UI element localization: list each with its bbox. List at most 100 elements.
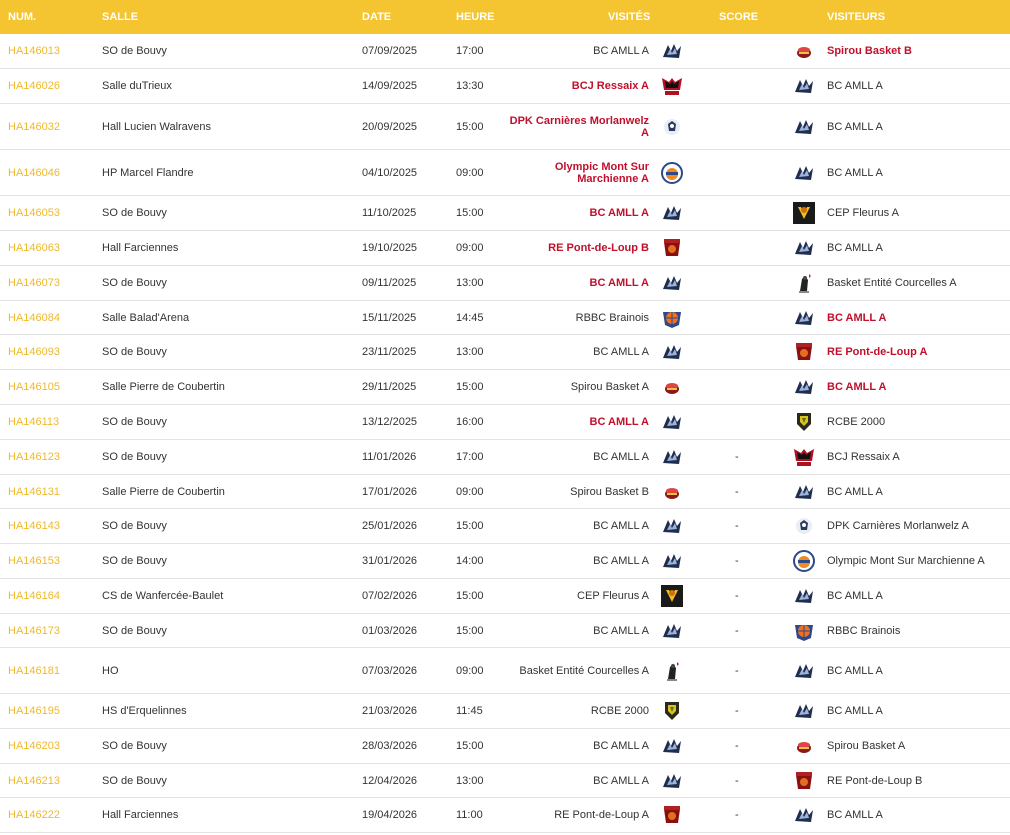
amll-logo — [660, 271, 684, 295]
away-team: Basket Entité Courcelles A — [827, 277, 957, 289]
match-date: 19/04/2026 — [362, 809, 418, 821]
home-team: Basket Entité Courcelles A — [519, 664, 649, 677]
match-number-link[interactable]: HA146093 — [8, 346, 60, 358]
dpk-logo — [792, 514, 816, 538]
match-time: 15:00 — [456, 590, 484, 602]
match-time: 14:00 — [456, 555, 484, 567]
away-team: DPK Carnières Morlanwelz A — [827, 520, 969, 532]
match-number-link[interactable]: HA146026 — [8, 80, 60, 92]
match-date: 12/04/2026 — [362, 774, 418, 787]
match-hall: SO de Bouvy — [102, 555, 167, 567]
table-row: HA146032 Hall Lucien Walravens 20/09/2025 1… — [0, 104, 1010, 150]
table-row: HA146026 Salle duTrieux 14/09/2025 13:30 BCJ… — [0, 69, 1010, 104]
table-row: HA146084 Salle Balad'Arena 15/11/2025 14:45… — [0, 301, 1010, 335]
table-row: HA146213 SO de Bouvy 12/04/2026 13:00 BC AML… — [0, 764, 1010, 798]
match-date: 14/09/2025 — [362, 80, 418, 92]
match-number-link[interactable]: HA146032 — [8, 121, 60, 133]
match-score: - — [735, 451, 739, 463]
match-date: 25/01/2026 — [362, 520, 418, 532]
home-team: BC AMLL A — [589, 277, 649, 289]
home-team: Olympic Mont Sur Marchienne A — [554, 160, 649, 185]
table-row: HA146113 SO de Bouvy 13/12/2025 16:00 BC AML… — [0, 405, 1010, 440]
match-score: - — [735, 740, 739, 752]
match-date: 07/03/2026 — [362, 664, 418, 677]
rcbe-logo — [792, 410, 816, 434]
match-date: 29/11/2025 — [362, 381, 417, 393]
spirou-logo — [792, 734, 816, 758]
header-num: NUM. — [8, 11, 37, 23]
home-team: BCJ Ressaix A — [571, 80, 649, 92]
brainois-logo — [792, 619, 816, 643]
match-number-link[interactable]: HA146063 — [8, 242, 60, 254]
amll-logo — [792, 659, 816, 683]
match-hall: Salle Pierre de Coubertin — [102, 485, 225, 498]
olympic-logo — [792, 549, 816, 573]
match-number-link[interactable]: HA146131 — [8, 486, 60, 498]
match-hall: SO de Bouvy — [102, 624, 167, 637]
eclairs-logo — [660, 236, 684, 260]
match-number-link[interactable]: HA146222 — [8, 809, 60, 821]
home-team: BC AMLL A — [593, 346, 649, 358]
match-hall: Salle Balad'Arena — [102, 311, 190, 324]
match-hall: SO de Bouvy — [102, 207, 167, 219]
away-team: BC AMLL A — [827, 242, 883, 254]
amll-logo — [792, 375, 816, 399]
match-number-link[interactable]: HA146123 — [8, 451, 60, 463]
match-number-link[interactable]: HA146153 — [8, 555, 60, 567]
table-row: HA146046 HP Marcel Flandre 04/10/2025 09:00… — [0, 150, 1010, 196]
away-team: RBBC Brainois — [827, 624, 901, 637]
amll-logo — [792, 161, 816, 185]
amll-logo — [660, 549, 684, 573]
match-number-link[interactable]: HA146164 — [8, 590, 60, 602]
amll-logo — [792, 74, 816, 98]
home-team: RCBE 2000 — [590, 705, 649, 717]
match-number-link[interactable]: HA146173 — [8, 625, 60, 637]
amll-logo — [792, 480, 816, 504]
amll-logo — [660, 514, 684, 538]
match-hall: SO de Bouvy — [102, 416, 167, 428]
amll-logo — [792, 584, 816, 608]
match-number-link[interactable]: HA146084 — [8, 312, 60, 324]
match-number-link[interactable]: HA146113 — [8, 416, 59, 428]
match-score: - — [735, 705, 739, 717]
match-number-link[interactable]: HA146181 — [8, 665, 60, 677]
match-time: 13:00 — [456, 346, 484, 358]
match-number-link[interactable]: HA146203 — [8, 740, 60, 752]
table-header: NUM. SALLE DATE HEURE VISITÉS SCORE VISI… — [0, 0, 1010, 34]
amll-logo — [660, 769, 684, 793]
match-time: 09:00 — [456, 485, 484, 498]
courcelles-logo — [792, 271, 816, 295]
amll-logo — [660, 410, 684, 434]
match-hall: Hall Lucien Walravens — [102, 120, 212, 133]
match-number-link[interactable]: HA146046 — [8, 167, 60, 179]
table-row: HA146123 SO de Bouvy 11/01/2026 17:00 BC AML… — [0, 440, 1010, 475]
away-team: BC AMLL A — [827, 809, 883, 821]
eclairs-logo — [660, 803, 684, 827]
match-time: 17:00 — [456, 45, 484, 57]
match-hall: CS de Wanfercée-Baulet — [102, 590, 224, 602]
away-team: BC AMLL A — [827, 590, 883, 602]
home-team: BC AMLL A — [593, 451, 649, 463]
match-hall: Salle Pierre de Coubertin — [102, 381, 225, 393]
away-team: BC AMLL A — [827, 120, 883, 133]
table-row: HA146195 HS d'Erquelinnes 21/03/2026 11:45 R… — [0, 694, 1010, 729]
match-time: 15:00 — [456, 520, 484, 532]
home-team: BC AMLL A — [589, 207, 649, 219]
match-number-link[interactable]: HA146195 — [8, 705, 60, 717]
match-time: 15:00 — [456, 740, 484, 752]
amll-logo — [660, 619, 684, 643]
match-number-link[interactable]: HA146213 — [8, 775, 60, 787]
match-time: 15:00 — [456, 207, 484, 219]
match-number-link[interactable]: HA146053 — [8, 207, 60, 219]
match-number-link[interactable]: HA146013 — [8, 45, 60, 57]
table-row: HA146181 HO 07/03/2026 09:00 Basket Entité C… — [0, 648, 1010, 694]
away-team: CEP Fleurus A — [827, 207, 899, 219]
home-team: BC AMLL A — [589, 416, 649, 428]
match-number-link[interactable]: HA146143 — [8, 520, 60, 532]
match-number-link[interactable]: HA146073 — [8, 277, 60, 289]
match-time: 11:45 — [456, 705, 483, 717]
match-hall: SO de Bouvy — [102, 740, 167, 752]
match-number-link[interactable]: HA146105 — [8, 381, 60, 393]
match-time: 09:00 — [456, 664, 484, 677]
match-time: 09:00 — [456, 242, 484, 254]
